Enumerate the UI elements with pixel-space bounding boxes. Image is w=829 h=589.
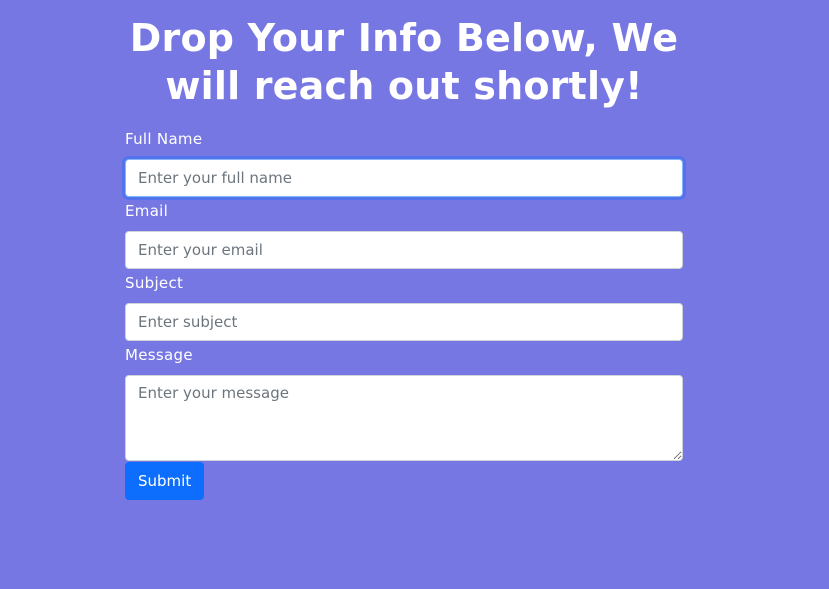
subject-input[interactable]: [125, 303, 683, 341]
page-title-line-2: will reach out shortly!: [165, 64, 643, 108]
message-textarea[interactable]: [125, 375, 683, 461]
page-title-line-1: Drop Your Info Below, We: [129, 16, 679, 60]
email-label: Email: [125, 202, 169, 220]
submit-button[interactable]: Submit: [125, 462, 205, 500]
full-name-input[interactable]: [125, 159, 683, 197]
page-title: Drop Your Info Below, We will reach out …: [125, 14, 683, 110]
full-name-label: Full Name: [125, 130, 203, 148]
contact-form: Full Name Email Subject Message Submit: [125, 128, 683, 500]
subject-label: Subject: [125, 274, 184, 292]
message-label: Message: [125, 346, 193, 364]
email-input[interactable]: [125, 231, 683, 269]
